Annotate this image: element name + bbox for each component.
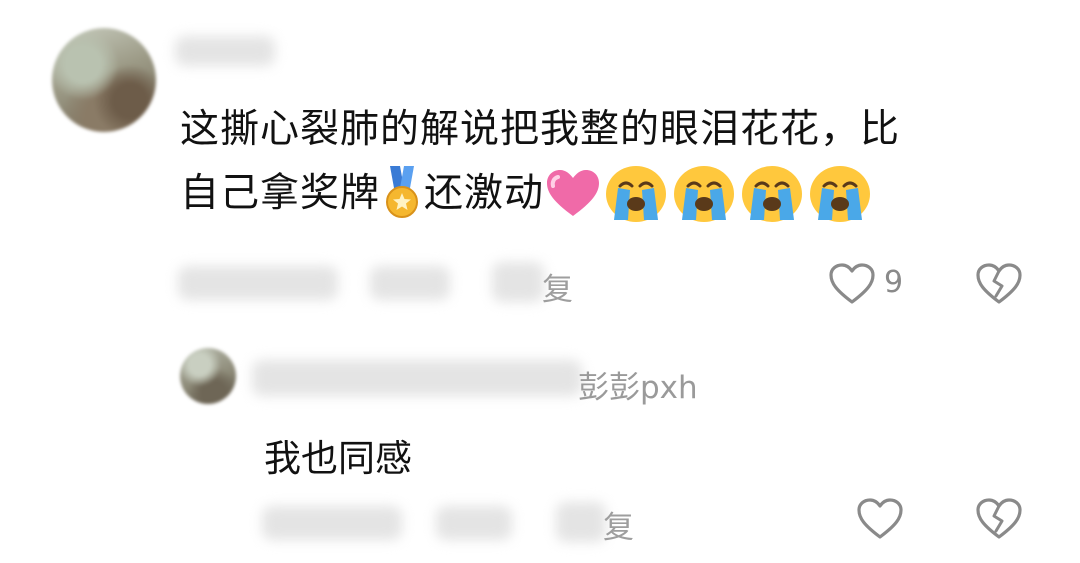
medal-icon: [386, 166, 419, 218]
comment-line-1: 这撕心裂肺的解说把我整的眼泪花花，比: [180, 107, 901, 152]
replier-username-redacted[interactable]: [252, 360, 582, 396]
comment-line-2: 自己拿奖牌 还激动: [180, 162, 900, 226]
commenter-avatar[interactable]: [52, 28, 156, 132]
reply-reply-prefix-redacted: [556, 502, 606, 542]
reply-location-redacted: [436, 506, 512, 540]
replier-avatar[interactable]: [180, 348, 236, 404]
crying-face-icon: [606, 166, 667, 222]
commenter-username-redacted[interactable]: [175, 36, 275, 66]
reply-reply-button[interactable]: 复: [603, 502, 634, 547]
comment-date-redacted: [178, 266, 338, 300]
comment-reply-prefix-redacted: [492, 262, 544, 302]
crying-face-icon: [674, 166, 735, 222]
pink-heart-icon: [547, 170, 600, 216]
reply-date-redacted: [262, 506, 402, 540]
like-count: 9: [884, 265, 904, 300]
crying-face-icon: [742, 166, 803, 222]
reply-body: 我也同感: [264, 437, 412, 480]
comment-body: 这撕心裂肺的解说把我整的眼泪花花，比 自己拿奖牌 还激动: [180, 98, 900, 226]
reply-dislike-broken-heart-icon[interactable]: [975, 497, 1023, 541]
reply-like-heart-icon[interactable]: [856, 497, 904, 541]
comment-reply-button[interactable]: 复: [542, 264, 573, 309]
replier-username[interactable]: 彭彭pxh: [578, 362, 698, 407]
dislike-broken-heart-icon[interactable]: [975, 262, 1023, 306]
comment-location-redacted: [370, 266, 450, 300]
like-heart-icon[interactable]: [828, 262, 876, 306]
comment-line-2-end: 还激动: [424, 171, 545, 216]
comment-line-2-start: 自己拿奖牌: [180, 171, 381, 216]
crying-face-icon: [810, 166, 871, 222]
